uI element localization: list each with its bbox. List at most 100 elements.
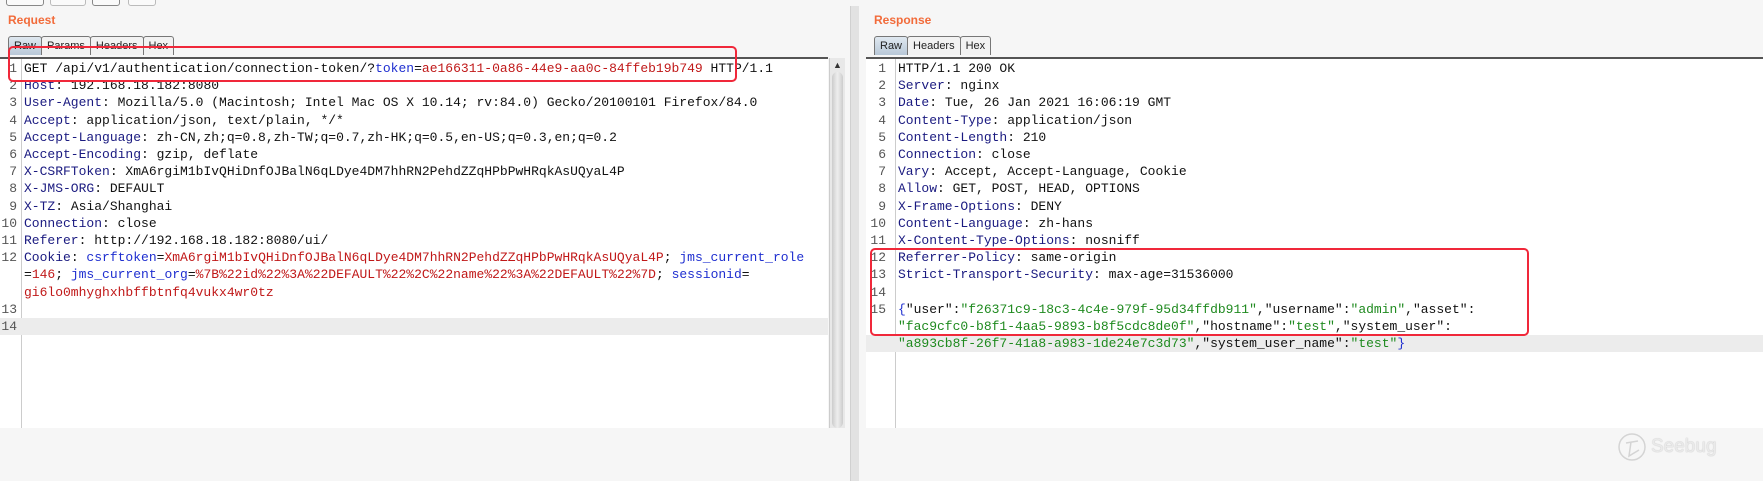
param-name: jms_current_role bbox=[679, 250, 805, 266]
line-number: 8 bbox=[878, 181, 886, 197]
text: : application/json bbox=[991, 112, 1133, 128]
highlight-box-response-body bbox=[870, 248, 1529, 336]
header-name: X-CSRFToken bbox=[24, 164, 110, 180]
header-name: Connection bbox=[898, 147, 977, 163]
line-number: 1 bbox=[878, 61, 886, 76]
text: : Accept, Accept-Language, Cookie bbox=[929, 164, 1187, 180]
param-name: jms_current_org bbox=[70, 267, 188, 283]
line-number: 14 bbox=[1, 319, 17, 335]
text: : Asia/Shanghai bbox=[55, 198, 173, 214]
param-value: %7B%22id%22%3A%22DEFAULT%22%2C%22name%22… bbox=[195, 267, 656, 283]
code-line[interactable]: 1HTTP/1.1 200 OK​ bbox=[866, 60, 1763, 77]
line-number: 4 bbox=[878, 112, 886, 128]
tab-headers[interactable]: Headers bbox=[907, 36, 961, 55]
code-line[interactable]: 11 Referer: http://192.168.18.182:8080/ui… bbox=[0, 232, 828, 249]
code-line[interactable]: 7Vary: Accept, Accept-Language, Cookie​ bbox=[866, 163, 1763, 180]
line-number: 9 bbox=[878, 198, 886, 214]
text: ; bbox=[655, 267, 672, 283]
response-title: Response bbox=[874, 13, 932, 27]
text: : application/json, text/plain, */* bbox=[70, 112, 344, 128]
code-line[interactable]: 4Content-Type: application/json​ bbox=[866, 112, 1763, 129]
text: : http://192.168.18.182:8080/ui/ bbox=[78, 233, 329, 249]
text: : nosniff bbox=[1069, 233, 1140, 249]
line-number: 4 bbox=[9, 112, 17, 128]
header-name: X-Frame-Options bbox=[898, 198, 1016, 214]
scrollbar-thumb[interactable] bbox=[832, 72, 843, 428]
line-number: 6 bbox=[9, 147, 17, 163]
code-line[interactable]: 5 Accept-Language: zh-CN,zh;q=0.8,zh-TW;q… bbox=[0, 129, 828, 146]
code-line[interactable]: 11X-Content-Type-Options: nosniff​ bbox=[866, 232, 1763, 249]
code-line[interactable]: 6Accept-Encoding: gzip, deflate​ bbox=[0, 146, 828, 163]
text: : XmA6rgiM1bIvQHiDnfOJBalN6qLDye4DM7hhRN… bbox=[109, 164, 625, 180]
line-number: 3 bbox=[878, 95, 886, 111]
request-scrollbar[interactable]: ▲ bbox=[829, 58, 845, 428]
text: : bbox=[1342, 336, 1351, 352]
code-line[interactable]: 10Connection: close​ bbox=[0, 215, 828, 232]
header-name: X-Content-Type-Options bbox=[898, 233, 1070, 249]
response-tabs: Raw Headers Hex bbox=[874, 36, 992, 55]
code-line[interactable]: =146; jms_current_org=%7B%22id%22%3A%22D… bbox=[0, 266, 828, 283]
header-name: Accept-Encoding bbox=[24, 147, 142, 163]
param-name: sessionid bbox=[671, 267, 742, 283]
header-name: Date bbox=[898, 95, 930, 111]
code-line[interactable]: 4 Accept: application/json, text/plain, *… bbox=[0, 112, 828, 129]
request-text[interactable]: 1 GET /api/v1/authentication/connection-t… bbox=[0, 60, 828, 336]
text: : close bbox=[976, 147, 1031, 163]
line-number: 10 bbox=[1, 215, 17, 231]
line-number: 2 bbox=[878, 78, 886, 94]
line-number: 7 bbox=[878, 164, 886, 180]
line-number: 10 bbox=[870, 215, 886, 231]
text: : DEFAULT bbox=[94, 181, 165, 197]
scroll-up-arrow-icon[interactable]: ▲ bbox=[830, 58, 845, 70]
text: : 210 bbox=[1007, 129, 1047, 145]
code-line[interactable]: 3Date: Tue, 26 Jan 2021 16:06:19 GMT​ bbox=[866, 94, 1763, 111]
text: : DENY bbox=[1015, 198, 1062, 214]
seebug-logo-icon bbox=[1618, 433, 1646, 461]
line-number: 7 bbox=[9, 164, 17, 180]
panel-splitter[interactable] bbox=[850, 6, 859, 481]
header-name: Accept-Language bbox=[24, 129, 142, 145]
code-line[interactable]: gi6lo0mhyghxhbffbtnfq4vukx4wr0tz​ bbox=[0, 284, 828, 301]
json-brace: } bbox=[1397, 336, 1406, 352]
tab-hex[interactable]: Hex bbox=[959, 36, 992, 55]
code-line[interactable]: 14​ bbox=[0, 318, 828, 336]
header-name: Referer bbox=[24, 233, 79, 249]
tab-raw[interactable]: Raw bbox=[874, 36, 909, 55]
line-number: 12 bbox=[1, 250, 17, 266]
request-title: Request bbox=[8, 13, 56, 27]
text: ; bbox=[55, 267, 71, 283]
header-name: Cookie bbox=[24, 250, 71, 266]
code-line[interactable]: 9X-Frame-Options: DENY​ bbox=[866, 198, 1763, 215]
json-value: "a893cb8f-26f7-41a8-a983-1de24e7c3d73" bbox=[898, 336, 1195, 352]
code-line[interactable]: 8Allow: GET, POST, HEAD, OPTIONS​ bbox=[866, 180, 1763, 197]
response-editor[interactable]: 1HTTP/1.1 200 OK​2Server: nginx​3 Date: T… bbox=[866, 57, 1763, 428]
param-value: 146 bbox=[31, 267, 56, 283]
code-line[interactable]: 6Connection: close​ bbox=[866, 146, 1763, 163]
header-name: Accept bbox=[24, 112, 71, 128]
text: : bbox=[70, 250, 87, 266]
code-line[interactable]: 10Content-Language: zh-hans​ bbox=[866, 215, 1763, 232]
line-number: 11 bbox=[870, 233, 886, 249]
text: : Tue, 26 Jan 2021 16:06:19 GMT bbox=[929, 95, 1172, 111]
code-line[interactable]: 7 X-CSRFToken: XmA6rgiM1bIvQHiDnfOJBalN6q… bbox=[0, 163, 828, 180]
code-line[interactable]: 3 User-Agent: Mozilla/5.0 (Macintosh; Int… bbox=[0, 94, 828, 111]
code-line[interactable]: 5Content-Length: 210​ bbox=[866, 129, 1763, 146]
json-key: "system_user_name" bbox=[1202, 336, 1343, 352]
request-editor[interactable]: 1 GET /api/v1/authentication/connection-t… bbox=[0, 57, 828, 428]
code-line[interactable]: 13​ bbox=[0, 301, 828, 318]
header-name: X-JMS-ORG bbox=[24, 181, 95, 197]
text: : close bbox=[102, 215, 157, 231]
code-line[interactable]: 9X-TZ: Asia/Shanghai​ bbox=[0, 198, 828, 215]
code-line[interactable]: 12 Cookie: csrftoken=XmA6rgiM1bIvQHiDnfOJ… bbox=[0, 249, 828, 266]
header-name: Allow bbox=[898, 181, 938, 197]
watermark-text: Seebug bbox=[1651, 436, 1717, 457]
code-line[interactable]: "a893cb8f-26f7-41a8-a983-1de24e7c3d73","… bbox=[866, 335, 1763, 353]
header-name: Content-Type bbox=[898, 112, 992, 128]
text: ; bbox=[663, 250, 680, 266]
code-line[interactable]: 2Server: nginx​ bbox=[866, 77, 1763, 94]
line-number: 13 bbox=[1, 301, 17, 317]
json-value: "test" bbox=[1350, 336, 1398, 352]
text: : nginx bbox=[944, 78, 1000, 94]
line-number: 5 bbox=[9, 129, 17, 145]
code-line[interactable]: 8X-JMS-ORG: DEFAULT​ bbox=[0, 180, 828, 197]
